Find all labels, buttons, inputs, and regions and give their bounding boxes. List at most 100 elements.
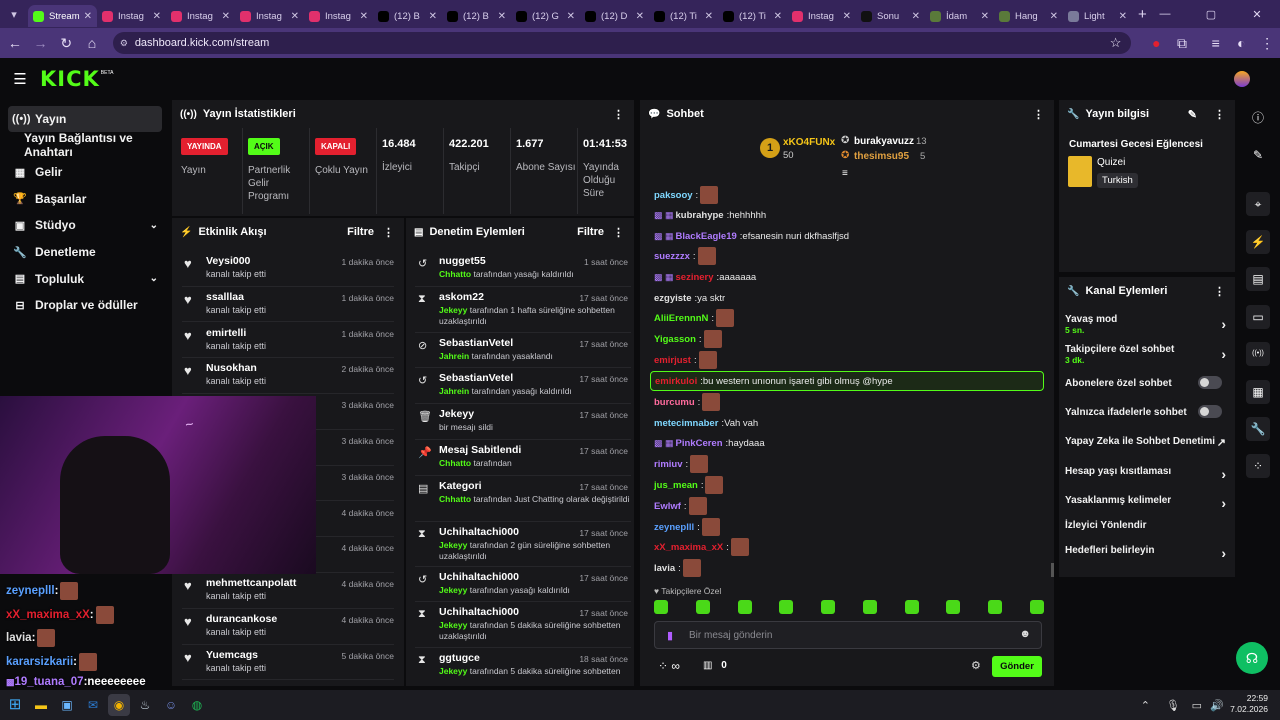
chat-input[interactable]: ▮ Bir mesaj gönderin ☻	[654, 621, 1042, 649]
chat-username[interactable]: Ewlwf	[654, 501, 681, 512]
channel-action[interactable]: Abonelere özel sohbet	[1065, 376, 1230, 389]
kick-logo[interactable]: KICK	[40, 67, 100, 91]
tab-close-icon[interactable]: ✕	[981, 11, 989, 22]
activity-filter-button[interactable]: Filtre	[347, 226, 374, 238]
channel-actions-menu-icon[interactable]: ⋮	[1214, 285, 1225, 298]
chat-message[interactable]: ▩ ▦ kubrahype: hehhhhh	[654, 205, 766, 225]
moderation-menu-icon[interactable]: ⋮	[613, 226, 624, 239]
moderation-row[interactable]: ▤ Kategori Chhatto tarafından Just Chattin…	[415, 476, 631, 522]
chat-message[interactable]: burcumu:	[654, 392, 721, 412]
toggle-switch[interactable]	[1198, 405, 1222, 418]
tray-volume-icon[interactable]: 🔊	[1210, 699, 1224, 712]
tab-close-icon[interactable]: ✕	[222, 11, 230, 22]
quick-emote[interactable]	[695, 600, 710, 614]
quick-emote[interactable]	[862, 600, 877, 614]
chat-icon[interactable]: ▭	[1246, 305, 1270, 329]
tray-chevron-icon[interactable]: ⌃	[1141, 699, 1150, 712]
chat-message[interactable]: metecimnaber: Vah vah	[654, 413, 758, 433]
pencil-icon[interactable]: ✎	[1246, 143, 1270, 167]
activity-row[interactable]: ♥ durancankose kanalı takip etti 4 dakika ö…	[182, 609, 394, 645]
browser-tab[interactable]: Instag ✕	[235, 5, 304, 27]
bookmark-star-icon[interactable]: ☆	[1110, 35, 1122, 51]
browser-menu-icon[interactable]: ⋮	[1254, 35, 1280, 52]
activity-row[interactable]: ♥ Yuemcags kanalı takip etti 5 dakika önce	[182, 645, 394, 681]
browser-tab[interactable]: (12) D ✕	[580, 5, 649, 27]
chat-message[interactable]: suezzzx:	[654, 246, 716, 266]
sidebar-item[interactable]: ⊟ Droplar ve ödüller	[0, 292, 170, 319]
chevron-down-icon[interactable]: ⌄	[150, 220, 158, 231]
chat-message[interactable]: emirjust:	[654, 350, 717, 370]
leaderboard-first-name[interactable]: xKO4FUNx	[783, 137, 835, 148]
url-field[interactable]: ⚙ dashboard.kick.com/stream ☆	[112, 32, 1132, 54]
moderation-filter-button[interactable]: Filtre	[577, 226, 604, 238]
discord-icon[interactable]: ☺	[160, 694, 182, 716]
home-icon[interactable]: ⌂	[79, 35, 105, 51]
chevron-right-icon[interactable]: ›	[1221, 316, 1226, 332]
tray-mic-icon[interactable]: 🎙	[1166, 699, 1180, 712]
tray-network-icon[interactable]: ▭	[1192, 699, 1202, 712]
quick-emote[interactable]	[779, 600, 794, 614]
chat-message[interactable]: rimiuv:	[654, 454, 709, 474]
document-icon[interactable]: ▤	[1246, 267, 1270, 291]
moderation-row[interactable]: ⧗ Uchihaltachi000 Jekeyy tarafından 2 gün …	[415, 522, 631, 567]
chat-message[interactable]: ezgyiste: ya sktr	[654, 288, 725, 308]
tab-close-icon[interactable]: ✕	[774, 11, 782, 22]
maximize-button[interactable]: ▢	[1188, 8, 1234, 21]
taskbar-clock[interactable]: 22:59 7.02.2026	[1230, 693, 1268, 715]
chevron-right-icon[interactable]: ›	[1221, 466, 1226, 482]
chat-message[interactable]: lavia:	[654, 558, 701, 578]
tab-close-icon[interactable]: ✕	[843, 11, 851, 22]
browser-tab[interactable]: (12) Ti ✕	[718, 5, 787, 27]
moderation-row[interactable]: ↺ Uchihaltachi000 Jekeyy tarafından yasağı…	[415, 567, 631, 602]
quick-emote[interactable]	[737, 600, 752, 614]
windows-start-icon[interactable]: ⊞	[4, 694, 26, 716]
activity-row[interactable]: ♥ Veysi000 kanalı takip etti 1 dakika önce	[182, 251, 394, 287]
tab-close-icon[interactable]: ✕	[1119, 11, 1127, 22]
tab-close-icon[interactable]: ✕	[291, 11, 299, 22]
quick-emote[interactable]	[988, 600, 1003, 614]
minimize-button[interactable]: —	[1142, 8, 1188, 20]
file-explorer-icon[interactable]: ▬	[30, 694, 52, 716]
tab-close-icon[interactable]: ✕	[912, 11, 920, 22]
tab-close-icon[interactable]: ✕	[429, 11, 437, 22]
chevron-down-icon[interactable]: ⌄	[150, 273, 158, 284]
tab-close-icon[interactable]: ✕	[84, 11, 92, 22]
chat-message[interactable]: Yigasson:	[654, 329, 722, 349]
browser-tab[interactable]: Light ✕	[1063, 5, 1132, 27]
chevron-right-icon[interactable]: ›	[1221, 495, 1226, 511]
chat-username[interactable]: burcumu	[654, 397, 695, 408]
channel-action[interactable]: Yapay Zeka ile Sohbet Denetimi ↗	[1065, 436, 1230, 449]
browser-tab[interactable]: (12) G ✕	[511, 5, 580, 27]
chrome-icon[interactable]: ◉	[108, 694, 130, 716]
spotify-icon[interactable]: ◍	[186, 694, 208, 716]
activity-row[interactable]: ♥ Nusokhan kanalı takip etti 2 dakika önce	[182, 358, 394, 395]
activity-row[interactable]: ♥ emirtelli kanalı takip etti 1 dakika önce	[182, 323, 394, 359]
channel-action[interactable]: Yalnızca ifadelerle sohbet	[1065, 405, 1230, 418]
chat-username[interactable]: sezinery	[676, 272, 714, 283]
chat-username[interactable]: suezzzx	[654, 251, 690, 262]
browser-tab[interactable]: Instag ✕	[166, 5, 235, 27]
steam-icon[interactable]: ♨	[134, 694, 156, 716]
channel-action[interactable]: Hesap yaşı kısıtlaması ›	[1065, 466, 1230, 482]
chat-username[interactable]: PinkCeren	[676, 438, 723, 449]
chat-message[interactable]: xX_maxima_xX:	[654, 537, 749, 557]
chat-username[interactable]: jus_mean	[654, 480, 698, 491]
chat-username[interactable]: lavia	[654, 563, 675, 574]
channel-action[interactable]: Yasaklanmış kelimeler ›	[1065, 495, 1230, 511]
browser-tab[interactable]: İdam ✕	[925, 5, 994, 27]
chat-username[interactable]: zeyneplll	[654, 522, 694, 533]
quick-emote[interactable]	[821, 600, 836, 614]
chat-username[interactable]: kubrahype	[676, 210, 724, 221]
channel-action[interactable]: Hedefleri belirleyin ›	[1065, 545, 1230, 561]
chat-menu-icon[interactable]: ⋮	[1033, 108, 1044, 121]
moderation-row[interactable]: ⧗ ggtugce Jekeyy tarafından 5 dakika sürel…	[415, 648, 631, 678]
moderation-row[interactable]: ↺ SebastianVetel Jahrein tarafından yasağı…	[415, 368, 631, 404]
chat-username[interactable]: rimiuv	[654, 459, 683, 470]
chat-username[interactable]: emirjust	[654, 355, 691, 366]
chevron-right-icon[interactable]: ›	[1221, 545, 1226, 561]
dots-icon[interactable]: ⁘	[1246, 454, 1270, 478]
moderation-row[interactable]: 🗑 Jekeyy bir mesajı sildi 17 saat önce	[415, 404, 631, 440]
browser-tab[interactable]: Instag ✕	[787, 5, 856, 27]
chat-settings-gear-icon[interactable]: ⚙	[971, 659, 981, 672]
chat-scrollbar[interactable]	[1051, 563, 1054, 577]
